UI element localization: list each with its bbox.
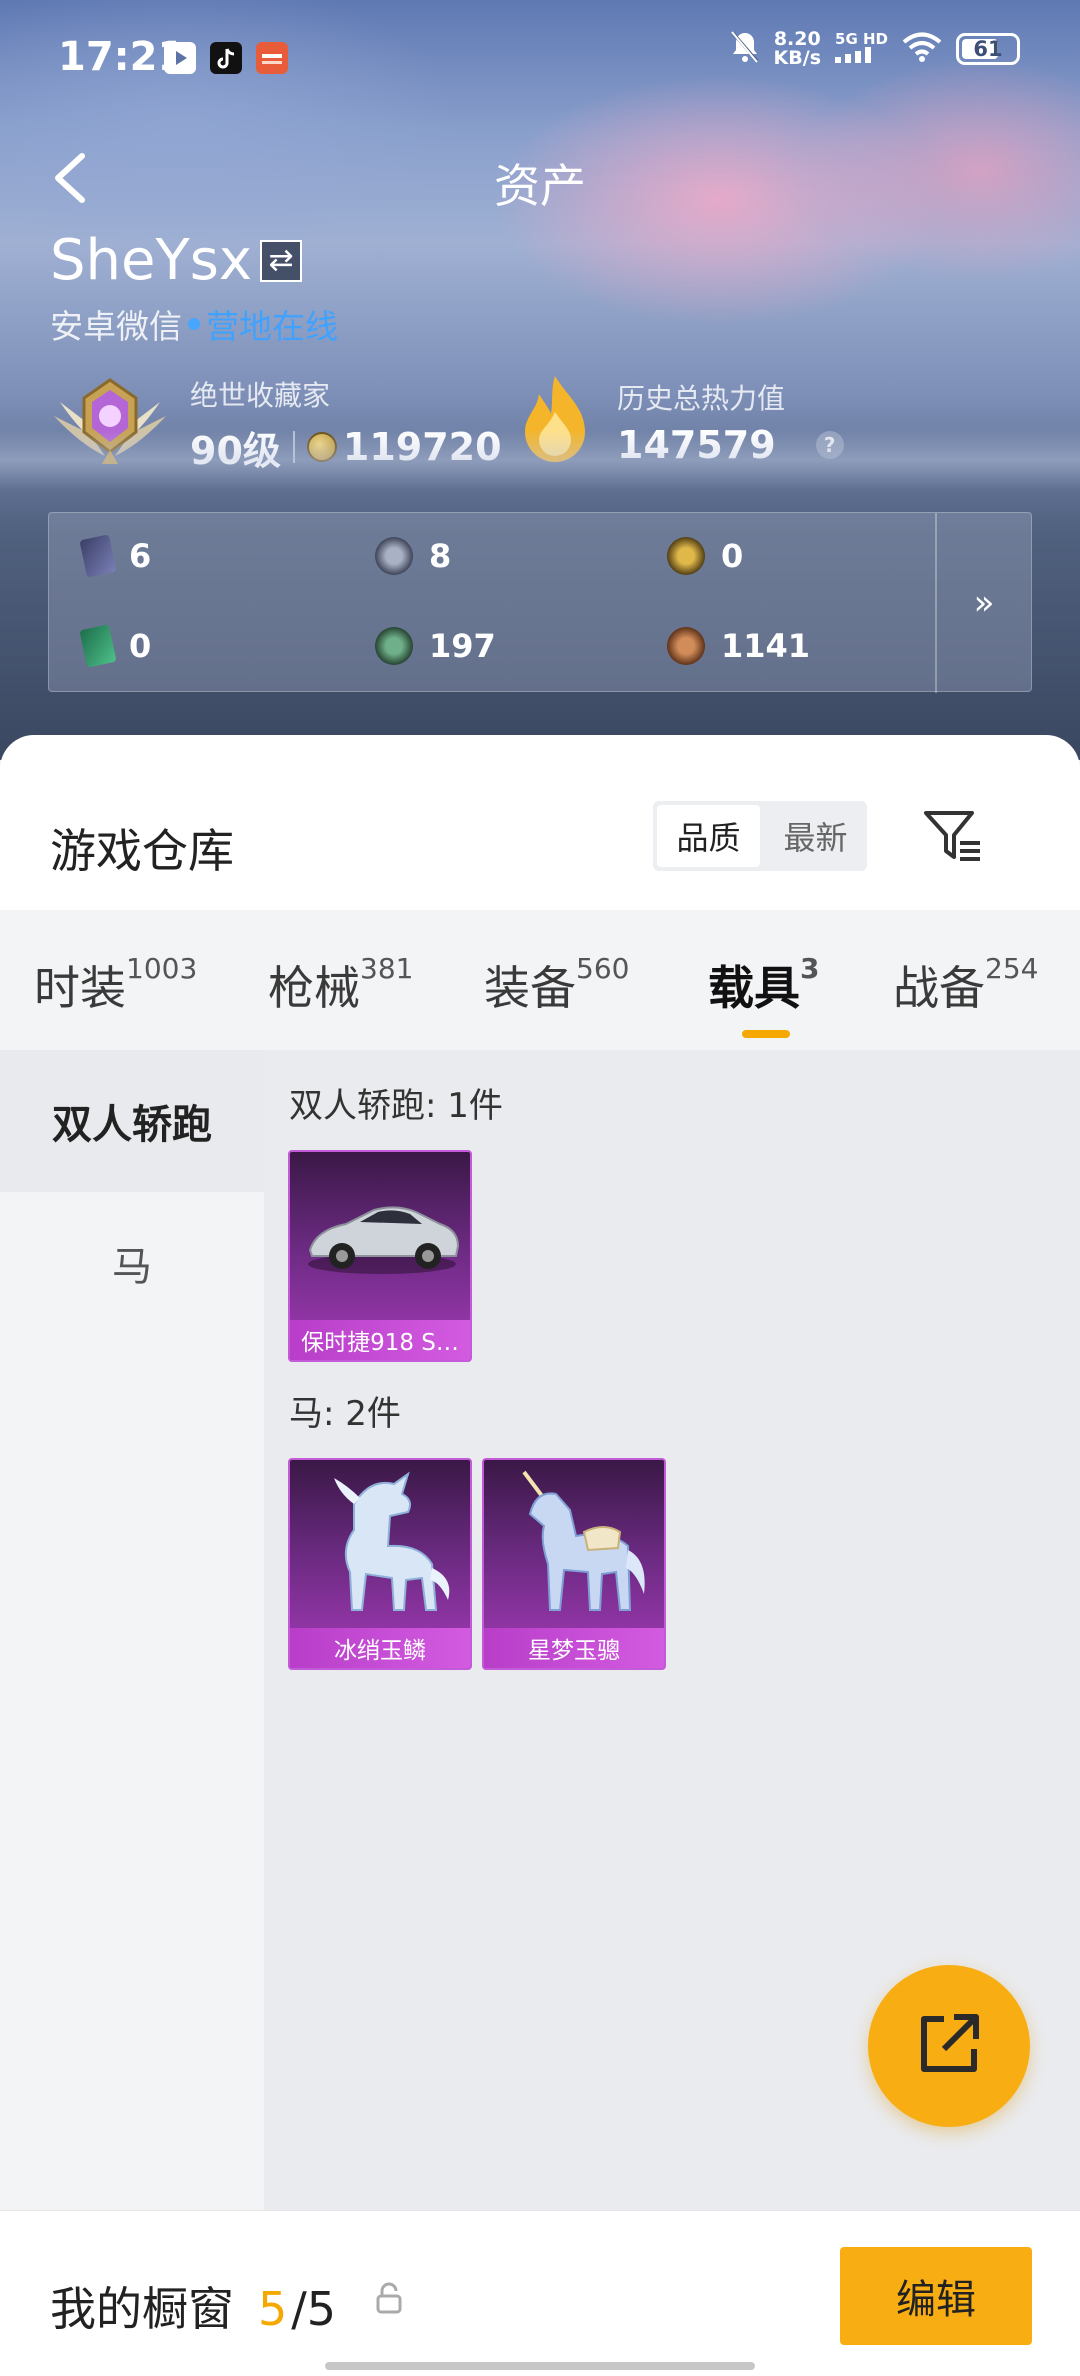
sort-quality-option[interactable]: 品质 bbox=[657, 805, 760, 867]
online-dot-icon bbox=[188, 318, 200, 330]
group-title-horse: 马: 2件 bbox=[289, 1394, 401, 1434]
warehouse-body: 双人轿跑 马 双人轿跑: 1件 保时捷918 S… 马: 2件 冰绡玉鳞 星梦玉… bbox=[0, 1050, 1080, 2376]
showcase-label: 我的橱窗 bbox=[50, 2282, 234, 2336]
login-status: 安卓微信 营地在线 bbox=[50, 300, 338, 348]
collector-medal-icon bbox=[50, 372, 170, 476]
filter-button[interactable] bbox=[920, 803, 986, 869]
currency-item: 8 bbox=[375, 537, 451, 575]
card-currency-icon bbox=[79, 534, 117, 578]
currency-item: 0 bbox=[667, 537, 743, 575]
tab-vehicles[interactable]: 载具3 bbox=[708, 952, 819, 1018]
video-app-icon bbox=[164, 42, 196, 74]
edit-button[interactable]: 编辑 bbox=[840, 2247, 1032, 2345]
divider bbox=[292, 431, 295, 463]
green-ticket-icon bbox=[79, 624, 117, 668]
online-status: 营地在线 bbox=[206, 307, 338, 346]
item-name: 冰绡玉鳞 bbox=[290, 1628, 470, 1668]
username-row: SheYsx ⇄ bbox=[50, 228, 303, 293]
signal-strength: 5G HD bbox=[835, 31, 888, 67]
showcase-bar: 我的橱窗 5 /5 编辑 bbox=[0, 2210, 1080, 2376]
sidebar-item-coupe[interactable]: 双人轿跑 bbox=[0, 1050, 264, 1192]
gold-badge-icon bbox=[667, 537, 705, 575]
sort-toggle[interactable]: 品质 最新 bbox=[653, 801, 867, 871]
flame-icon bbox=[515, 372, 595, 472]
item-name: 星梦玉骢 bbox=[484, 1628, 664, 1668]
currency-item: 6 bbox=[79, 534, 151, 578]
unicorn-image bbox=[484, 1460, 664, 1632]
collector-stat[interactable]: 绝世收藏家 90级 119720 bbox=[50, 372, 502, 476]
collection-points: 119720 bbox=[342, 425, 502, 469]
switch-account-icon[interactable]: ⇄ bbox=[260, 239, 303, 282]
warehouse-title: 游戏仓库 bbox=[50, 824, 234, 878]
page-title: 资产 bbox=[494, 159, 586, 213]
login-platform: 安卓微信 bbox=[50, 307, 182, 346]
heat-value: 147579 bbox=[617, 423, 776, 467]
item-card-star-dream-horse[interactable]: 星梦玉骢 bbox=[482, 1458, 666, 1670]
active-tab-indicator bbox=[742, 1030, 790, 1038]
showcase-info: 我的橱窗 5 /5 bbox=[50, 2273, 336, 2339]
tab-fashion[interactable]: 时装1003 bbox=[34, 952, 197, 1018]
warehouse-header: 游戏仓库 品质 最新 bbox=[0, 735, 1080, 910]
item-card-porsche[interactable]: 保时捷918 S… bbox=[288, 1150, 472, 1362]
heat-title: 历史总热力值 bbox=[617, 382, 786, 415]
item-name: 保时捷918 S… bbox=[290, 1320, 470, 1360]
filter-icon bbox=[920, 811, 986, 873]
tab-weapons[interactable]: 枪械381 bbox=[268, 952, 413, 1018]
bronze-coin-icon bbox=[667, 627, 705, 665]
green-coin-icon bbox=[375, 627, 413, 665]
currency-item: 0 bbox=[79, 624, 151, 668]
collector-title: 绝世收藏家 bbox=[190, 378, 331, 412]
share-button[interactable] bbox=[868, 1965, 1030, 2127]
currency-more-button[interactable]: » bbox=[935, 513, 1031, 693]
warehouse-sheet: 游戏仓库 品质 最新 时装1003 枪械381 装备560 载具3 战备254 … bbox=[0, 735, 1080, 2376]
item-card-ice-dragon-horse[interactable]: 冰绡玉鳞 bbox=[288, 1458, 472, 1670]
collection-points-icon bbox=[306, 432, 337, 462]
tab-equipment[interactable]: 装备560 bbox=[484, 952, 629, 1018]
network-speed: 8.20 KB/s bbox=[773, 28, 822, 69]
wifi-icon bbox=[902, 31, 942, 67]
sports-car-image bbox=[290, 1152, 470, 1324]
tab-supplies[interactable]: 战备254 bbox=[893, 952, 1038, 1018]
username: SheYsx bbox=[50, 228, 253, 293]
sidebar-item-horse[interactable]: 马 bbox=[0, 1192, 264, 1334]
currency-item: 1141 bbox=[667, 627, 810, 665]
mute-icon bbox=[730, 30, 760, 68]
collector-level: 90级 bbox=[190, 428, 281, 473]
help-icon[interactable]: ? bbox=[815, 431, 844, 459]
heat-stat[interactable]: 历史总热力值 147579 ? bbox=[515, 372, 844, 472]
status-bar: 17:21 8.20 KB/s 5G HD 61 bbox=[0, 0, 1080, 110]
double-chevron-right-icon: » bbox=[973, 583, 995, 623]
group-title-coupe: 双人轿跑: 1件 bbox=[289, 1086, 503, 1126]
showcase-current: 5 bbox=[258, 2282, 288, 2336]
category-tabs: 时装1003 枪械381 装备560 载具3 战备254 bbox=[0, 910, 1080, 1050]
tiktok-app-icon bbox=[210, 42, 242, 74]
home-indicator[interactable] bbox=[325, 2362, 755, 2370]
item-grid: 双人轿跑: 1件 保时捷918 S… 马: 2件 冰绡玉鳞 星梦玉骢 bbox=[264, 1050, 1080, 2376]
currency-item: 197 bbox=[375, 627, 496, 665]
shopping-app-icon bbox=[256, 42, 288, 74]
silver-coin-icon bbox=[375, 537, 413, 575]
hero-header: 17:21 8.20 KB/s 5G HD 61 资产 SheYsx ⇄ 安卓微… bbox=[0, 0, 1080, 760]
battery-indicator: 61 bbox=[956, 33, 1020, 65]
sort-newest-option[interactable]: 最新 bbox=[764, 801, 867, 871]
showcase-total: /5 bbox=[291, 2282, 337, 2336]
share-external-icon bbox=[914, 2009, 984, 2083]
currency-panel[interactable]: 6 8 0 0 197 1141 » bbox=[48, 512, 1032, 693]
subcategory-sidebar: 双人轿跑 马 bbox=[0, 1050, 264, 2376]
lock-icon[interactable] bbox=[374, 2281, 404, 2315]
crystal-dragon-horse-image bbox=[290, 1460, 470, 1632]
